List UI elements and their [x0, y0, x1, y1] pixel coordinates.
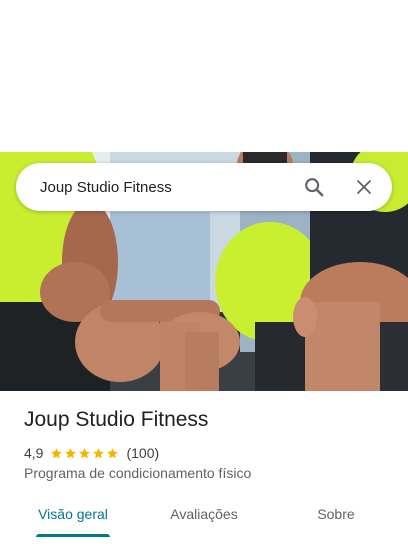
star-icon [93, 447, 105, 458]
search-input[interactable]: Joup Studio Fitness [16, 179, 294, 196]
close-icon[interactable] [344, 167, 384, 207]
star-icon [79, 447, 91, 458]
tab-bar: Visão geral Avaliações Sobre [0, 494, 408, 538]
search-bar[interactable]: Joup Studio Fitness [16, 163, 392, 211]
rating-stars [50, 447, 120, 460]
star-icon [51, 447, 63, 458]
search-icon[interactable] [294, 167, 334, 207]
review-count[interactable]: (100) [126, 445, 159, 461]
tab-overview[interactable]: Visão geral [24, 494, 122, 534]
tab-reviews[interactable]: Avaliações [154, 494, 254, 534]
star-icon [107, 447, 119, 458]
rating-row[interactable]: 4,9 (100) [24, 444, 159, 462]
place-category[interactable]: Programa de condicionamento físico [24, 465, 251, 481]
place-title: Joup Studio Fitness [24, 408, 209, 431]
rating-value: 4,9 [24, 445, 44, 461]
tab-about[interactable]: Sobre [296, 494, 376, 534]
active-tab-indicator [36, 534, 110, 537]
star-icon [65, 447, 77, 458]
